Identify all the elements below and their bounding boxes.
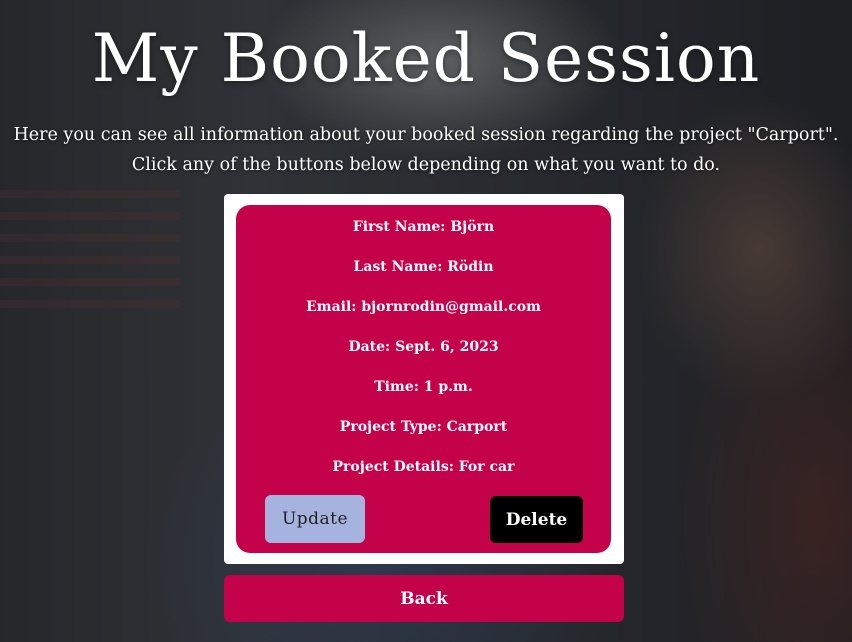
- first-name-value: Björn: [450, 219, 495, 235]
- time-label: Time:: [374, 379, 424, 395]
- first-name-field: First Name: Björn: [236, 219, 611, 235]
- booking-card: First Name: Björn Last Name: Rödin Email…: [236, 205, 611, 553]
- project-type-field: Project Type: Carport: [236, 419, 611, 435]
- subtitle-line-2: Click any of the buttons below depending…: [131, 155, 721, 175]
- project-details-field: Project Details: For car: [236, 459, 611, 475]
- project-details-value: For car: [458, 459, 515, 475]
- first-name-label: First Name:: [352, 219, 451, 235]
- project-type-label: Project Type:: [339, 419, 447, 435]
- time-value: 1 p.m.: [423, 379, 473, 395]
- time-field: Time: 1 p.m.: [236, 379, 611, 395]
- email-label: Email:: [306, 299, 362, 315]
- last-name-label: Last Name:: [353, 259, 448, 275]
- page-subtitle: Here you can see all information about y…: [0, 120, 852, 180]
- date-value: Sept. 6, 2023: [395, 339, 499, 355]
- date-field: Date: Sept. 6, 2023: [236, 339, 611, 355]
- subtitle-line-1: Here you can see all information about y…: [13, 125, 839, 145]
- delete-button[interactable]: Delete: [490, 496, 583, 543]
- booking-card-frame: First Name: Björn Last Name: Rödin Email…: [224, 194, 624, 564]
- project-type-value: Carport: [446, 419, 508, 435]
- page-title: My Booked Session: [91, 20, 761, 97]
- last-name-field: Last Name: Rödin: [236, 259, 611, 275]
- email-field: Email: bjornrodin@gmail.com: [236, 299, 611, 315]
- back-button[interactable]: Back: [224, 575, 624, 622]
- email-value: bjornrodin@gmail.com: [361, 299, 541, 315]
- project-details-label: Project Details:: [332, 459, 459, 475]
- last-name-value: Rödin: [447, 259, 494, 275]
- update-button[interactable]: Update: [265, 495, 365, 543]
- date-label: Date:: [348, 339, 396, 355]
